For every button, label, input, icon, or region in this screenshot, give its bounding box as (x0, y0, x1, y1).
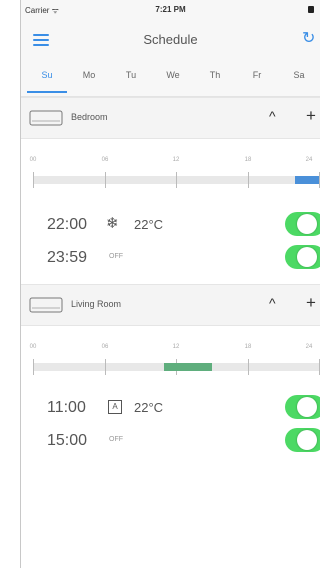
day-selector: Su Mo Tu We Th Fr Sa (21, 60, 320, 97)
tab-day-tu[interactable]: Tu (116, 70, 146, 80)
timeline-tick (33, 172, 34, 188)
chevron-up-icon[interactable]: ^ (269, 108, 276, 124)
chevron-up-icon[interactable]: ^ (269, 295, 276, 311)
schedule-time: 15:00 (47, 432, 88, 449)
tick-label: 12 (172, 344, 180, 350)
timeline-tick (105, 359, 106, 375)
status-time: 7:21 PM (155, 5, 186, 14)
schedule-toggle[interactable] (285, 212, 320, 236)
snowflake-icon: ❄ (106, 215, 119, 232)
screen: Carrier ᯤ 7:21 PM Schedule ↻ Su Mo Tu We… (0, 0, 320, 568)
tab-day-mo[interactable]: Mo (74, 70, 104, 80)
tab-day-fr[interactable]: Fr (242, 70, 272, 80)
schedule-row[interactable]: 23:59 OFF (21, 243, 320, 273)
schedule-toggle[interactable] (285, 428, 320, 452)
toggle-knob (297, 397, 317, 417)
toggle-knob (297, 247, 317, 267)
schedule-row[interactable]: 11:00 A 22°C (21, 393, 320, 423)
room-header-living-room[interactable]: Living Room ^ + (21, 284, 320, 326)
active-day-indicator (27, 91, 67, 93)
tick-label: 18 (244, 344, 252, 350)
toggle-knob (297, 430, 317, 450)
schedule-time: 11:00 (47, 399, 86, 416)
room-header-bedroom[interactable]: Bedroom ^ + (21, 97, 320, 139)
schedule-toggle[interactable] (285, 245, 320, 269)
tick-label: 00 (29, 344, 37, 350)
battery-icon (308, 6, 314, 13)
room-name: Bedroom (71, 112, 108, 122)
timeline-tick (33, 359, 34, 375)
schedule-time: 23:59 (47, 249, 88, 266)
timeline-tick (248, 172, 249, 188)
refresh-icon[interactable]: ↻ (302, 30, 318, 48)
wall-ac-unit-icon (29, 297, 63, 313)
active-segment (295, 176, 319, 184)
navigation-bar: Schedule ↻ (21, 20, 320, 60)
tick-label: 24 (305, 157, 313, 163)
tick-label: 18 (244, 157, 252, 163)
tick-label: 06 (101, 344, 109, 350)
add-schedule-button[interactable]: + (306, 106, 316, 126)
schedule-timeline: 00 06 12 18 24 (21, 150, 320, 200)
tab-day-su[interactable]: Su (32, 70, 62, 80)
schedule-row[interactable]: 15:00 OFF (21, 426, 320, 456)
schedule-toggle[interactable] (285, 395, 320, 419)
schedule-row[interactable]: 22:00 ❄ 22°C (21, 210, 320, 240)
active-segment (164, 363, 212, 371)
tab-day-th[interactable]: Th (200, 70, 230, 80)
timeline-tick (248, 359, 249, 375)
auto-mode-icon: A (108, 400, 122, 414)
off-label: OFF (109, 253, 123, 260)
schedule-time: 22:00 (47, 216, 88, 233)
tab-day-sa[interactable]: Sa (284, 70, 314, 80)
tick-label: 06 (101, 157, 109, 163)
off-label: OFF (109, 436, 123, 443)
timeline-tick (105, 172, 106, 188)
schedule-temperature: 22°C (134, 400, 164, 415)
schedule-temperature: 22°C (134, 217, 164, 232)
schedule-timeline: 00 06 12 18 24 (21, 337, 320, 387)
tick-label: 24 (305, 344, 313, 350)
wall-ac-unit-icon (29, 110, 63, 126)
room-name: Living Room (71, 299, 122, 309)
status-bar: Carrier ᯤ 7:21 PM (21, 0, 320, 20)
timeline-tick (176, 172, 177, 188)
toggle-knob (297, 214, 317, 234)
tab-day-we[interactable]: We (158, 70, 188, 80)
tick-label: 12 (172, 157, 180, 163)
page-title: Schedule (143, 32, 198, 47)
tick-label: 00 (29, 157, 37, 163)
add-schedule-button[interactable]: + (306, 293, 316, 313)
app-container: Carrier ᯤ 7:21 PM Schedule ↻ Su Mo Tu We… (21, 0, 320, 568)
